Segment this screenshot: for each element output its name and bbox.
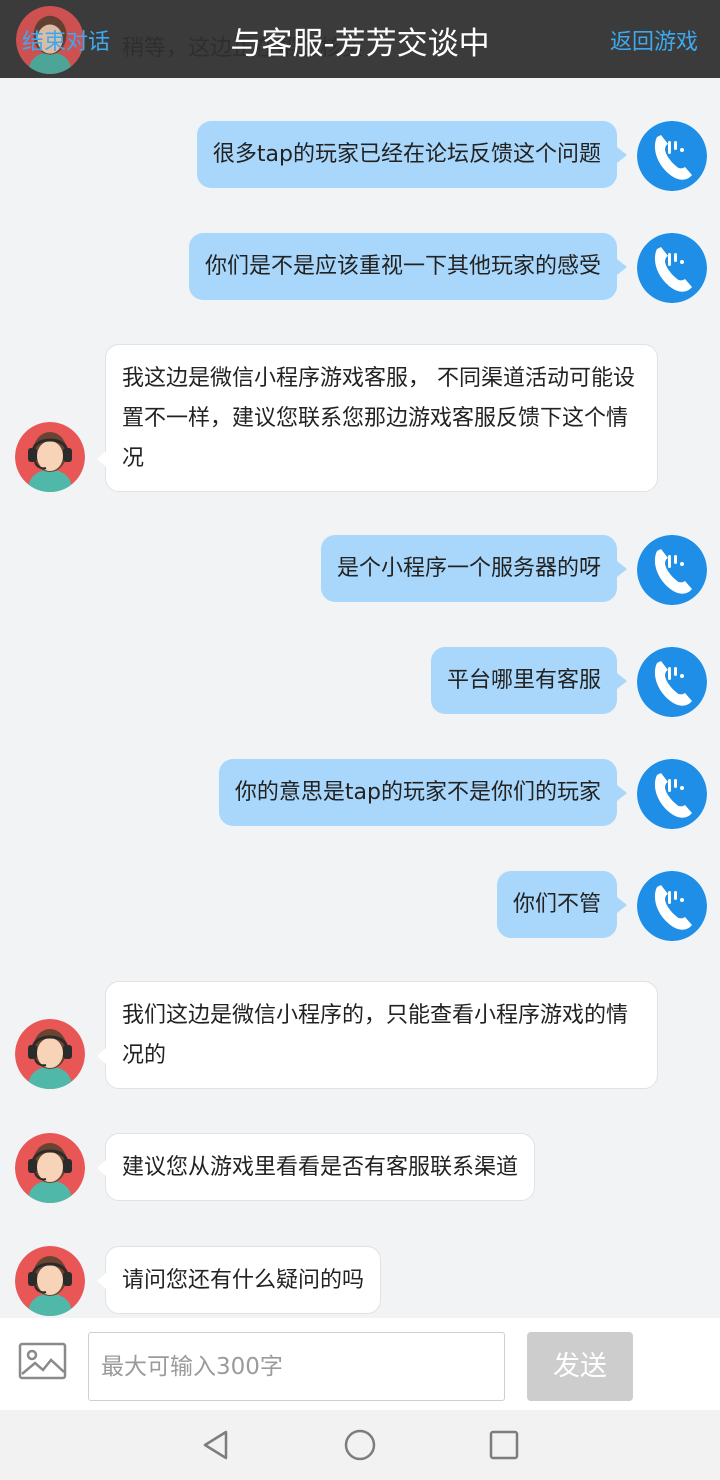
chat-header: 稍等，这边正在帮您核实 结束对话 与客服-芳芳交谈中 返回游戏 — [0, 0, 720, 78]
user-phone-avatar-icon — [637, 121, 707, 191]
user-message-bubble: 平台哪里有客服 — [430, 647, 628, 714]
agent-avatar — [15, 1019, 85, 1089]
system-nav-bar — [0, 1410, 720, 1480]
message-input[interactable] — [88, 1332, 505, 1401]
agent-avatar — [15, 422, 85, 492]
home-circle-icon[interactable] — [342, 1427, 378, 1463]
user-phone-avatar-icon — [637, 871, 707, 941]
user-message-bubble: 你的意思是tap的玩家不是你们的玩家 — [218, 759, 628, 826]
agent-message-bubble: 建议您从游戏里看看是否有客服联系渠道 — [96, 1133, 536, 1201]
user-phone-avatar-icon — [637, 535, 707, 605]
message-input-bar: 发送 — [0, 1318, 720, 1410]
user-phone-avatar-icon — [637, 647, 707, 717]
recents-square-icon[interactable] — [486, 1427, 522, 1463]
agent-avatar — [15, 1133, 85, 1203]
user-message-bubble: 很多tap的玩家已经在论坛反馈这个问题 — [196, 121, 628, 188]
chat-message-list[interactable]: 很多tap的玩家已经在论坛反馈这个问题 你们是不是应该重视一下其他玩家的感受 我… — [0, 78, 720, 1318]
agent-message-bubble: 请问您还有什么疑问的吗 — [96, 1246, 382, 1314]
user-message-bubble: 是个小程序一个服务器的呀 — [320, 535, 628, 602]
back-to-game-button[interactable]: 返回游戏 — [610, 24, 698, 56]
agent-avatar — [15, 1246, 85, 1316]
agent-message-bubble: 我这边是微信小程序游戏客服， 不同渠道活动可能设置不一样，建议您联系您那边游戏客… — [97, 344, 658, 492]
back-triangle-icon[interactable] — [198, 1427, 234, 1463]
agent-message-bubble: 我们这边是微信小程序的，只能查看小程序游戏的情况的 — [97, 981, 658, 1089]
user-message-bubble: 你们不管 — [496, 871, 628, 938]
send-button[interactable]: 发送 — [527, 1332, 633, 1401]
user-message-bubble: 你们是不是应该重视一下其他玩家的感受 — [188, 233, 628, 300]
image-icon[interactable] — [18, 1340, 68, 1384]
user-phone-avatar-icon — [637, 233, 707, 303]
user-phone-avatar-icon — [637, 759, 707, 829]
